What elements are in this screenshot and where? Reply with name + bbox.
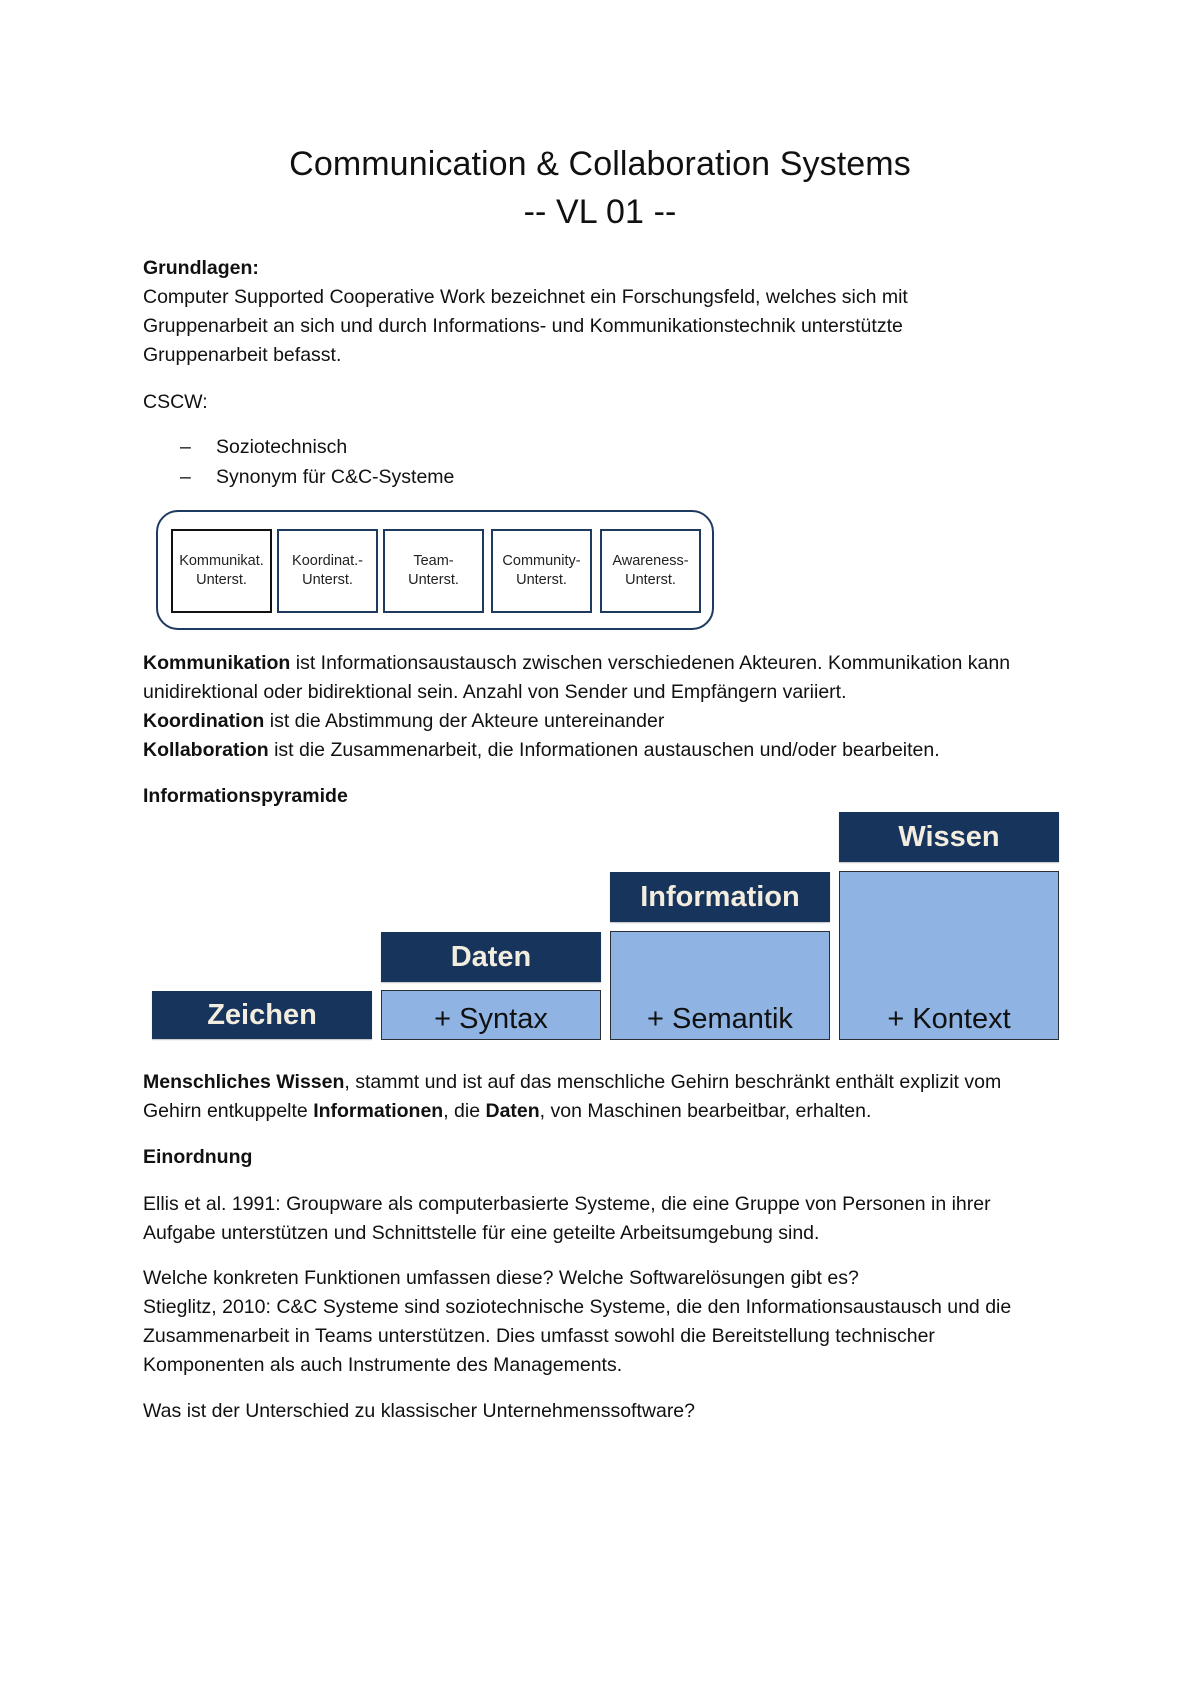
term: Kollaboration <box>143 739 269 761</box>
term: Daten <box>485 1100 540 1122</box>
section-heading-grundlagen: Grundlagen: <box>143 257 259 279</box>
question-line: Was ist der Unterschied zu klassischer U… <box>143 1400 695 1422</box>
definition-kommunikation: Kommunikation ist Informationsaustausch … <box>143 649 1010 678</box>
support-box-team: Team- Unterst. <box>383 529 484 613</box>
definition-text: ist Informationsaustausch zwischen versc… <box>290 652 1011 674</box>
list-item-text: Synonym für C&C-Systeme <box>216 466 455 488</box>
support-box-label: Team- <box>413 553 454 569</box>
paragraph-line: Komponenten als auch Instrumente des Man… <box>143 1354 623 1376</box>
document-subtitle: -- VL 01 -- <box>523 193 677 231</box>
section-heading-einordnung: Einordnung <box>143 1146 253 1168</box>
pyramid-addition-semantik: + Semantik <box>610 931 830 1040</box>
definition-kollaboration: Kollaboration ist die Zusammenarbeit, di… <box>143 736 940 765</box>
paragraph-line: Stieglitz, 2010: C&C Systeme sind soziot… <box>143 1296 1012 1318</box>
support-box-koordination: Koordinat.- Unterst. <box>277 529 378 613</box>
support-box-label: Community- <box>502 553 581 569</box>
support-box-label: Kommunikat. <box>179 553 264 569</box>
term: Informationen <box>313 1100 444 1122</box>
list-item: – Soziotechnisch <box>143 432 454 462</box>
term: Kommunikation <box>143 652 291 674</box>
support-box-label: Unterst. <box>516 572 567 588</box>
term: Koordination <box>143 710 265 732</box>
wissen-paragraph-line1: Menschliches Wissen, stammt und ist auf … <box>143 1068 1001 1097</box>
dash-bullet-icon: – <box>180 466 191 488</box>
paragraph-text: , stammt und ist auf das menschliche Geh… <box>344 1071 1002 1093</box>
paragraph-text: , von Maschinen bearbeitbar, erhalten. <box>539 1100 872 1122</box>
pyramid-level-daten: Daten <box>381 932 601 982</box>
wissen-paragraph-line2: Gehirn entkuppelte Informationen, die Da… <box>143 1097 871 1126</box>
pyramid-addition-kontext: + Kontext <box>839 871 1059 1040</box>
definition-kommunikation-cont: unidirektional oder bidirektional sein. … <box>143 681 847 703</box>
question-line: Welche konkreten Funktionen umfassen die… <box>143 1267 859 1289</box>
paragraph-text: Gehirn entkuppelte <box>143 1100 314 1122</box>
cscw-label: CSCW: <box>143 391 208 413</box>
support-box-label: Koordinat.- <box>292 553 363 569</box>
pyramid-level-wissen: Wissen <box>839 812 1059 862</box>
support-box-label: Unterst. <box>408 572 459 588</box>
section-heading-informationspyramide: Informationspyramide <box>143 785 348 807</box>
document-page: Communication & Collaboration Systems --… <box>0 0 1200 1697</box>
support-box-label: Awareness- <box>612 553 689 569</box>
support-box-label: Unterst. <box>302 572 353 588</box>
paragraph-line: Gruppenarbeit an sich und durch Informat… <box>143 315 903 337</box>
list-item: – Synonym für C&C-Systeme <box>143 462 454 492</box>
paragraph-line: Zusammenarbeit in Teams unterstützen. Di… <box>143 1325 935 1347</box>
definition-text: ist die Abstimmung der Akteure untereina… <box>264 710 665 732</box>
cscw-bullet-list: – Soziotechnisch – Synonym für C&C-Syste… <box>143 432 454 492</box>
support-box-community: Community- Unterst. <box>491 529 592 613</box>
dash-bullet-icon: – <box>180 436 191 458</box>
support-box-awareness: Awareness- Unterst. <box>600 529 701 613</box>
paragraph-line: Computer Supported Cooperative Work beze… <box>143 286 908 308</box>
pyramid-addition-syntax: + Syntax <box>381 990 601 1040</box>
definition-koordination: Koordination ist die Abstimmung der Akte… <box>143 707 664 736</box>
list-item-text: Soziotechnisch <box>216 436 348 458</box>
definition-text: ist die Zusammenarbeit, die Informatione… <box>268 739 940 761</box>
paragraph-line: Ellis et al. 1991: Groupware als compute… <box>143 1193 991 1215</box>
paragraph-line: Aufgabe unterstützen und Schnittstelle f… <box>143 1222 820 1244</box>
paragraph-text: , die <box>443 1100 486 1122</box>
support-box-kommunikation: Kommunikat. Unterst. <box>171 529 272 613</box>
support-box-label: Unterst. <box>625 572 676 588</box>
document-title: Communication & Collaboration Systems <box>289 145 911 183</box>
paragraph-line: Gruppenarbeit befasst. <box>143 344 342 366</box>
support-box-label: Unterst. <box>196 572 247 588</box>
pyramid-level-information: Information <box>610 872 830 922</box>
term: Menschliches Wissen <box>143 1071 345 1093</box>
pyramid-level-zeichen: Zeichen <box>152 991 372 1039</box>
